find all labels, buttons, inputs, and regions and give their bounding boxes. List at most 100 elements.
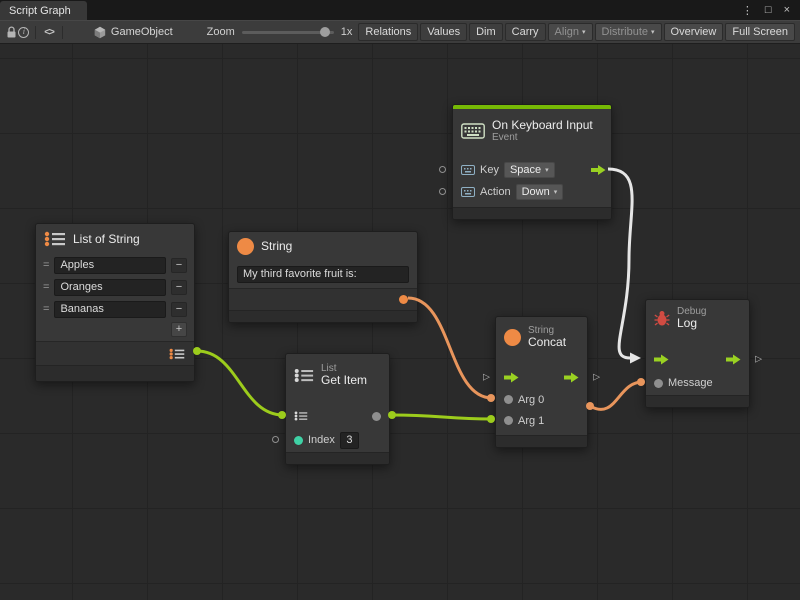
- string-value-input[interactable]: My third favorite fruit is:: [237, 266, 409, 283]
- flow-input-port[interactable]: [654, 354, 669, 365]
- tab-script-graph[interactable]: Script Graph: [0, 1, 87, 20]
- index-input[interactable]: 3: [340, 432, 359, 449]
- keyboard-icon: [461, 123, 485, 139]
- string-type-icon: [504, 329, 521, 346]
- toolbar-button-align[interactable]: Align▾: [548, 23, 593, 41]
- flow-row: ▷: [646, 347, 749, 371]
- list-item-input[interactable]: Apples: [54, 257, 166, 274]
- drag-handle-icon[interactable]: =: [43, 259, 49, 271]
- message-label: Message: [668, 377, 713, 389]
- maximize-icon[interactable]: □: [765, 4, 772, 16]
- wire-list-to-getitem[interactable]: [197, 351, 283, 415]
- zoom-slider-handle[interactable]: [320, 27, 330, 37]
- zoom-value: 1x: [341, 26, 353, 38]
- remove-item-button[interactable]: −: [171, 280, 187, 295]
- flow-output-port[interactable]: [726, 354, 741, 365]
- add-item-button[interactable]: +: [171, 322, 187, 337]
- arg1-port[interactable]: [504, 416, 513, 425]
- key-icon: [461, 165, 475, 175]
- wire-string-to-concat[interactable]: [408, 298, 492, 398]
- node-debug-log[interactable]: Debug Log ▷ Message: [645, 299, 750, 408]
- concat-arg1-input-port[interactable]: [487, 415, 495, 423]
- list-port-icon[interactable]: [294, 411, 308, 421]
- node-on-keyboard-input[interactable]: On Keyboard Input Event Key Space▾ Actio…: [452, 104, 612, 220]
- bug-icon: [654, 310, 670, 326]
- toolbar-button-values[interactable]: Values: [420, 23, 467, 41]
- index-label: Index: [308, 434, 335, 446]
- zoom-slider[interactable]: [242, 31, 334, 34]
- node-title: On Keyboard Input: [492, 119, 593, 132]
- node-header: String: [229, 232, 417, 260]
- lock-icon[interactable]: [5, 23, 18, 41]
- flow-output-socket[interactable]: ▷: [755, 355, 762, 364]
- graph-toolbar: i <> GameObject Zoom 1x Relations Values…: [0, 20, 800, 44]
- arg0-label: Arg 0: [518, 394, 544, 406]
- index-input-socket[interactable]: [272, 436, 279, 443]
- toolbar-button-dim[interactable]: Dim: [469, 23, 503, 41]
- node-header: List of String: [36, 224, 194, 254]
- toolbar-separator: [35, 26, 36, 39]
- remove-item-button[interactable]: −: [171, 258, 187, 273]
- list-input-row: [286, 404, 389, 428]
- arg1-label: Arg 1: [518, 415, 544, 427]
- node-title: String: [261, 240, 292, 253]
- index-port[interactable]: [294, 436, 303, 445]
- wire-concat-to-log[interactable]: [590, 382, 642, 409]
- add-item-row: +: [36, 320, 194, 341]
- node-title: Log: [677, 317, 706, 330]
- arg0-port[interactable]: [504, 395, 513, 404]
- window-menu-icon[interactable]: ⋮: [742, 4, 753, 17]
- unity-cube-icon: [94, 26, 106, 39]
- concat-arg0-input-port[interactable]: [487, 394, 495, 402]
- remove-item-button[interactable]: −: [171, 302, 187, 317]
- node-string-literal[interactable]: String My third favorite fruit is:: [228, 231, 418, 323]
- node-header: On Keyboard Input Event: [453, 109, 611, 153]
- toolbar-button-overview[interactable]: Overview: [664, 23, 724, 41]
- list-item-input[interactable]: Oranges: [54, 279, 166, 296]
- node-list-of-string[interactable]: List of String = Apples − = Oranges − = …: [35, 223, 195, 382]
- list-output-icon[interactable]: [169, 348, 185, 360]
- close-icon[interactable]: ×: [784, 4, 790, 16]
- string-value-row: My third favorite fruit is:: [229, 260, 417, 288]
- wire-getitem-to-concat[interactable]: [392, 415, 492, 419]
- log-message-input-port[interactable]: [637, 378, 645, 386]
- node-footer: [36, 365, 194, 381]
- flow-output-socket[interactable]: ▷: [593, 373, 600, 382]
- toolbar-separator: [62, 26, 63, 39]
- node-header: Debug Log: [646, 300, 749, 336]
- graph-canvas[interactable]: On Keyboard Input Event Key Space▾ Actio…: [0, 44, 800, 600]
- message-port[interactable]: [654, 379, 663, 388]
- string-output-port[interactable]: [399, 295, 408, 304]
- drag-handle-icon[interactable]: =: [43, 281, 49, 293]
- list-item-input[interactable]: Bananas: [54, 301, 166, 318]
- list-icon: [294, 368, 314, 383]
- node-footer: [453, 207, 611, 219]
- drag-handle-icon[interactable]: =: [43, 303, 49, 315]
- flow-row: ▷ ▷: [496, 365, 587, 389]
- trigger-flow-output-port[interactable]: [591, 165, 606, 176]
- key-input-socket[interactable]: [439, 166, 446, 173]
- key-value-dropdown[interactable]: Space▾: [504, 162, 555, 178]
- flow-input-socket[interactable]: ▷: [483, 373, 490, 382]
- gameobject-target[interactable]: GameObject: [94, 26, 173, 39]
- node-footer: [646, 395, 749, 407]
- list-icon: [44, 231, 66, 247]
- item-output-port[interactable]: [372, 412, 381, 421]
- arg1-row: Arg 1: [496, 410, 587, 431]
- toolbar-button-relations[interactable]: Relations: [358, 23, 418, 41]
- node-title: Concat: [528, 336, 566, 349]
- node-get-item[interactable]: List Get Item Index 3: [285, 353, 390, 465]
- toolbar-button-fullscreen[interactable]: Full Screen: [725, 23, 795, 41]
- dropdown-arrow-icon: ▾: [651, 28, 655, 36]
- code-icon[interactable]: <>: [41, 27, 57, 38]
- action-input-socket[interactable]: [439, 188, 446, 195]
- node-concat[interactable]: String Concat ▷ ▷ Arg 0 Arg 1: [495, 316, 588, 448]
- flow-input-port[interactable]: [504, 372, 519, 383]
- flow-output-port[interactable]: [564, 372, 579, 383]
- info-icon[interactable]: i: [18, 23, 31, 41]
- toolbar-button-carry[interactable]: Carry: [505, 23, 546, 41]
- toolbar-button-distribute[interactable]: Distribute▾: [595, 23, 662, 41]
- action-label: Action: [480, 186, 511, 198]
- action-value-dropdown[interactable]: Down▾: [516, 184, 564, 200]
- zoom-label: Zoom: [207, 26, 235, 38]
